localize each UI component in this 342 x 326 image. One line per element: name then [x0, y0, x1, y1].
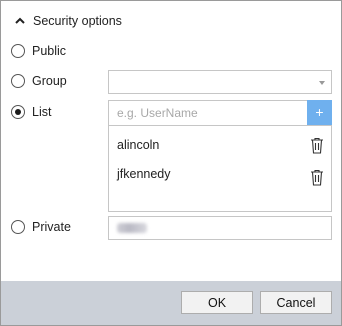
private-field[interactable]: [108, 216, 332, 240]
radio-group-label: Group: [32, 74, 67, 88]
security-dialog: Security options Public Group List + ali…: [0, 0, 342, 326]
redacted-value: [117, 223, 147, 233]
radio-private-circle[interactable]: [11, 220, 25, 234]
radio-private[interactable]: Private: [11, 220, 71, 234]
username-input[interactable]: [108, 100, 308, 126]
radio-public[interactable]: Public: [11, 44, 66, 58]
chevron-up-icon: [15, 17, 25, 24]
radio-group-circle[interactable]: [11, 74, 25, 88]
radio-public-label: Public: [32, 44, 67, 58]
trash-icon[interactable]: [310, 169, 324, 186]
section-title: Security options: [33, 14, 122, 28]
list-item: jfkennedy: [117, 167, 171, 181]
dialog-footer: OK Cancel: [1, 281, 341, 325]
add-user-button[interactable]: +: [307, 100, 332, 126]
radio-list-circle[interactable]: [11, 105, 25, 119]
radio-list[interactable]: List: [11, 105, 51, 119]
radio-list-label: List: [32, 105, 52, 119]
cancel-button[interactable]: Cancel: [260, 291, 332, 314]
trash-icon[interactable]: [310, 137, 324, 154]
list-item: alincoln: [117, 138, 160, 152]
user-list: alincoln jfkennedy: [108, 125, 332, 212]
ok-button[interactable]: OK: [181, 291, 253, 314]
group-select[interactable]: [108, 70, 332, 94]
chevron-down-icon[interactable]: [319, 81, 325, 85]
radio-group[interactable]: Group: [11, 74, 67, 88]
radio-private-label: Private: [32, 220, 71, 234]
security-options-header[interactable]: Security options: [15, 11, 122, 31]
radio-public-circle[interactable]: [11, 44, 25, 58]
